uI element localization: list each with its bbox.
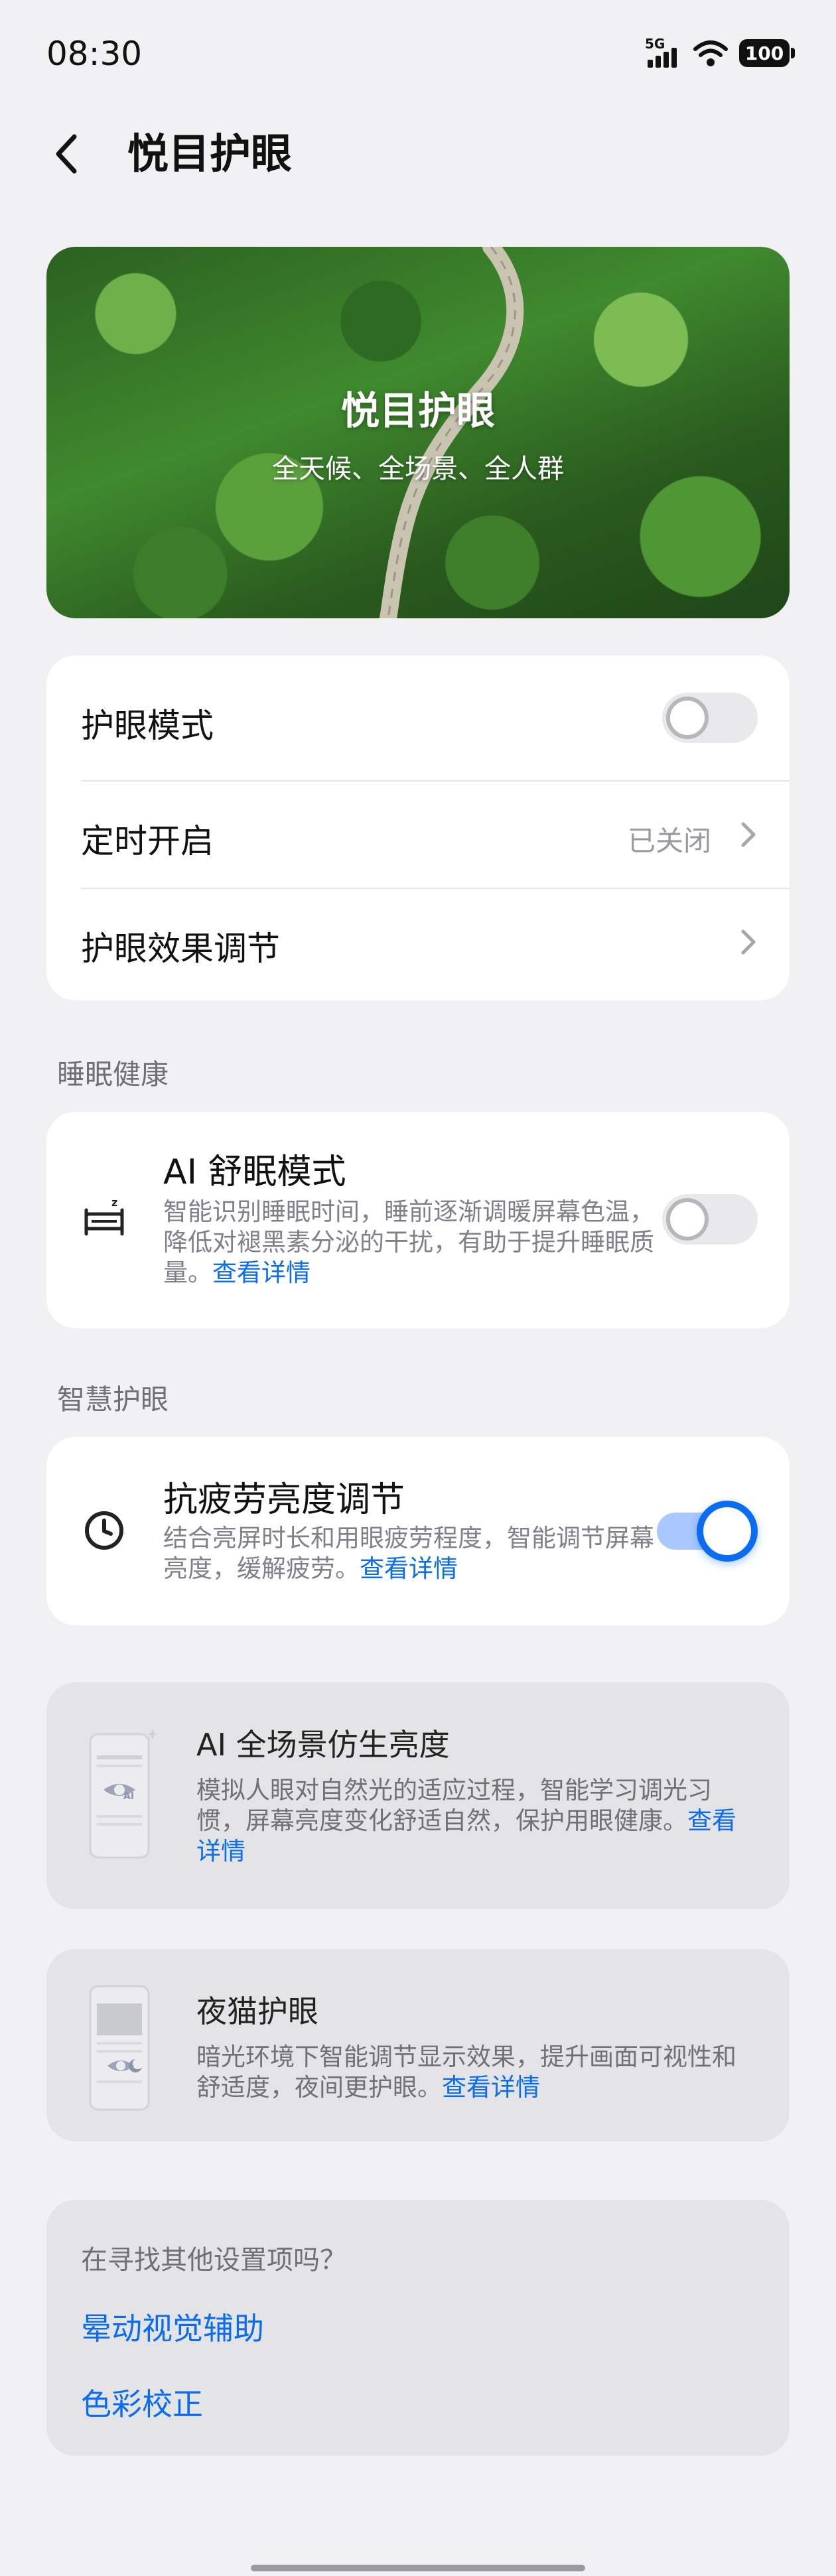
svg-text:z: z	[111, 1196, 117, 1209]
eye-mode-toggle[interactable]	[662, 693, 758, 743]
main-settings-card: 护眼模式 定时开启 已关闭 护眼效果调节	[46, 655, 790, 1000]
status-time: 08:30	[46, 34, 143, 73]
night-owl-title: 夜猫护眼	[196, 1994, 318, 2029]
ai-brightness-description-text: 模拟人眼对自然光的适应过程，智能学习调光习惯，屏幕亮度变化舒适自然，保护用眼健康…	[196, 1776, 712, 1835]
back-button[interactable]	[46, 127, 86, 180]
schedule-status: 已关闭	[627, 825, 711, 857]
hero-banner: 悦目护眼 全天候、全场景、全人群	[46, 247, 790, 618]
status-bar: 08:30 5G 100	[0, 0, 836, 109]
chevron-left-icon	[56, 134, 77, 174]
ai-brightness-description: 模拟人眼对自然光的适应过程，智能学习调光习惯，屏幕亮度变化舒适自然，保护用眼健康…	[196, 1775, 757, 1867]
hero-subtitle: 全天候、全场景、全人群	[272, 454, 564, 484]
ai-sleep-title: AI 舒眠模式	[163, 1152, 346, 1192]
section-heading-smart: 智慧护眼	[57, 1383, 169, 1416]
anti-fatigue-title: 抗疲劳亮度调节	[163, 1480, 405, 1520]
page-title: 悦目护眼	[127, 129, 293, 178]
anti-fatigue-card[interactable]: 抗疲劳亮度调节 结合亮屏时长和用眼疲劳程度，智能调节屏幕亮度，缓解疲劳。查看详情	[46, 1437, 790, 1625]
eye-mode-row[interactable]: 护眼模式	[46, 655, 790, 780]
effect-adjust-row[interactable]: 护眼效果调节	[46, 889, 790, 1000]
svg-text:AI: AI	[123, 1791, 134, 1802]
phone-eye-illustration: AI	[89, 1729, 157, 1859]
clock-icon	[85, 1511, 123, 1550]
section-heading-sleep: 睡眠健康	[57, 1058, 169, 1091]
color-correction-link[interactable]: 色彩校正	[81, 2380, 203, 2424]
battery-icon: 100	[739, 39, 795, 67]
night-owl-card[interactable]: 夜猫护眼 暗光环境下智能调节显示效果，提升画面可视性和舒适度，夜间更护眼。查看详…	[46, 1949, 790, 2141]
night-owl-details-link[interactable]: 查看详情	[442, 2073, 540, 2102]
status-icons: 5G 100	[645, 36, 795, 68]
schedule-label: 定时开启	[81, 822, 214, 860]
wifi-icon	[693, 40, 728, 66]
other-settings-card: 在寻找其他设置项吗？ 晕动视觉辅助 色彩校正	[46, 2200, 790, 2456]
ai-sleep-card[interactable]: z AI 舒眠模式 智能识别睡眠时间，睡前逐渐调暖屏幕色温，降低对褪黑素分泌的干…	[46, 1112, 790, 1328]
chevron-right-icon	[741, 822, 756, 847]
cellular-signal-icon: 5G	[645, 36, 682, 68]
ai-sleep-details-link[interactable]: 查看详情	[212, 1258, 311, 1287]
bed-icon: z	[84, 1196, 124, 1236]
phone-night-illustration	[89, 1985, 150, 2111]
ai-sleep-toggle[interactable]	[662, 1194, 758, 1245]
hero-title: 悦目护眼	[340, 388, 495, 433]
ai-brightness-title: AI 全场景仿生亮度	[196, 1727, 450, 1763]
ai-sleep-description: 智能识别睡眠时间，睡前逐渐调暖屏幕色温，降低对褪黑素分泌的干扰，有助于提升睡眠质…	[163, 1197, 674, 1288]
anti-fatigue-details-link[interactable]: 查看详情	[360, 1554, 458, 1583]
home-indicator[interactable]	[251, 2565, 585, 2571]
eye-mode-label: 护眼模式	[81, 707, 214, 745]
schedule-row[interactable]: 定时开启 已关闭	[46, 781, 790, 888]
effect-adjust-label: 护眼效果调节	[81, 929, 280, 968]
chevron-right-icon	[741, 929, 756, 955]
motion-visual-aid-link[interactable]: 晕动视觉辅助	[81, 2305, 264, 2348]
night-owl-description: 暗光环境下智能调节显示效果，提升画面可视性和舒适度，夜间更护眼。查看详情	[196, 2042, 757, 2103]
ai-brightness-card[interactable]: AI AI 全场景仿生亮度 模拟人眼对自然光的适应过程，智能学习调光习惯，屏幕亮…	[46, 1682, 790, 1909]
anti-fatigue-toggle[interactable]	[657, 1501, 758, 1562]
anti-fatigue-description: 结合亮屏时长和用眼疲劳程度，智能调节屏幕亮度，缓解疲劳。查看详情	[163, 1523, 674, 1584]
other-settings-title: 在寻找其他设置项吗？	[81, 2245, 346, 2275]
